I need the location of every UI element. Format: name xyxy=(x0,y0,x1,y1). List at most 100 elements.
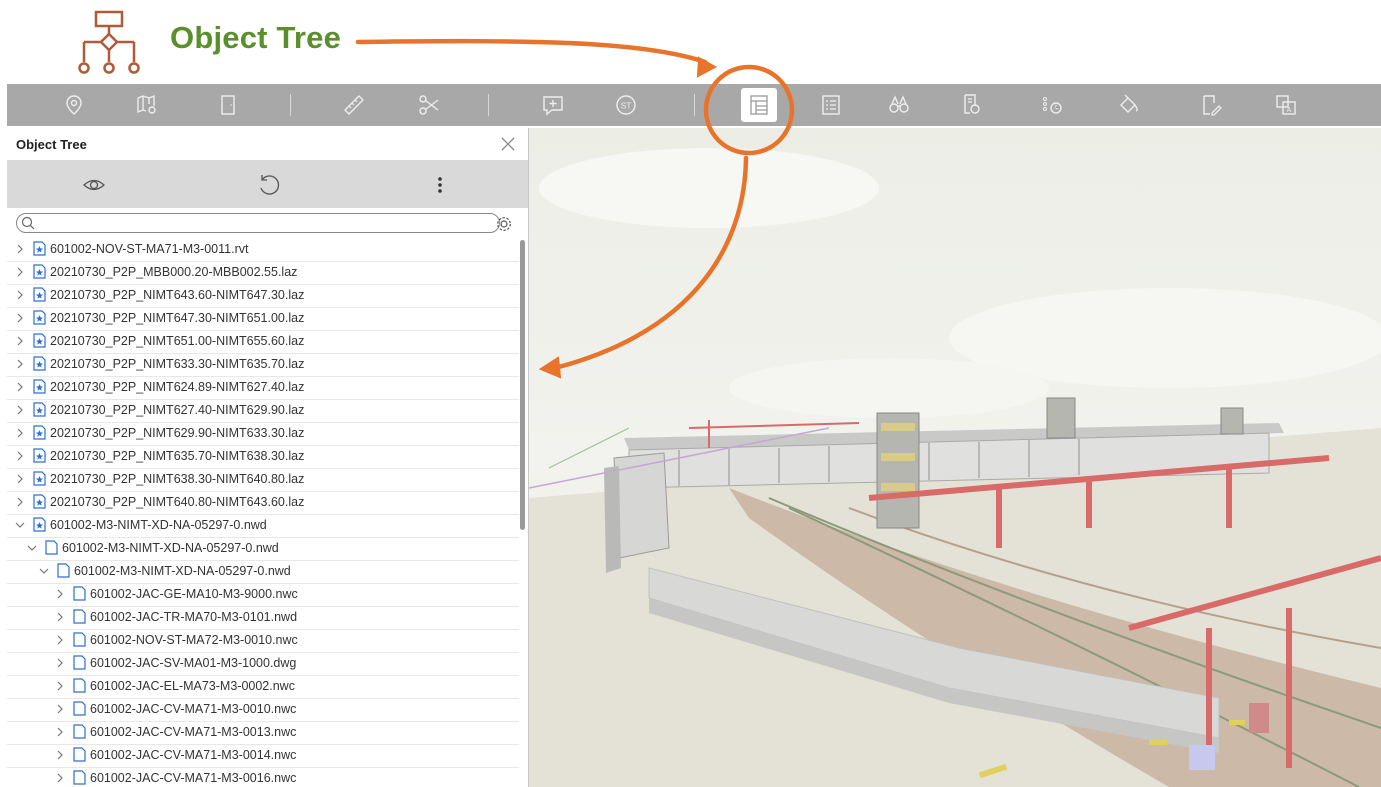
visibility-eye-icon[interactable] xyxy=(81,172,107,198)
tree-row[interactable]: 20210730_P2P_MBB000.20-MBB002.55.laz xyxy=(7,261,519,285)
tree-row[interactable]: 20210730_P2P_NIMT627.40-NIMT629.90.laz xyxy=(7,399,519,423)
chevron-down-icon[interactable] xyxy=(15,520,25,530)
chevron-right-icon[interactable] xyxy=(55,658,65,668)
tree-row-label: 20210730_P2P_NIMT647.30-NIMT651.00.laz xyxy=(50,311,305,325)
chevron-right-icon[interactable] xyxy=(55,612,65,622)
tree-row[interactable]: 20210730_P2P_NIMT624.89-NIMT627.40.laz xyxy=(7,376,519,400)
chevron-right-icon[interactable] xyxy=(15,267,25,277)
3d-viewport[interactable] xyxy=(529,128,1381,787)
gear-icon[interactable] xyxy=(495,215,513,233)
tree-row-label: 601002-JAC-CV-MA71-M3-0010.nwc xyxy=(90,702,297,716)
chevron-right-icon[interactable] xyxy=(15,359,25,369)
file-icon xyxy=(73,747,86,762)
tree-row[interactable]: 601002-M3-NIMT-XD-NA-05297-0.nwd xyxy=(7,560,519,584)
tree-row[interactable]: 20210730_P2P_NIMT638.30-NIMT640.80.laz xyxy=(7,468,519,492)
tree-row[interactable]: 601002-JAC-CV-MA71-M3-0010.nwc xyxy=(7,698,519,722)
file-icon xyxy=(73,770,86,785)
close-icon[interactable] xyxy=(498,134,518,154)
location-pin-icon[interactable] xyxy=(52,84,96,126)
tree-row[interactable]: 20210730_P2P_NIMT647.30-NIMT651.00.laz xyxy=(7,307,519,331)
tree-row-label: 601002-JAC-SV-MA01-M3-1000.dwg xyxy=(90,656,297,670)
chevron-right-icon[interactable] xyxy=(15,451,25,461)
object-tree: 601002-NOV-ST-MA71-M3-0011.rvt 20210730_P… xyxy=(7,238,519,787)
tree-row[interactable]: 601002-M3-NIMT-XD-NA-05297-0.nwd xyxy=(7,537,519,561)
main-toolbar: ST A xyxy=(7,84,1381,126)
tree-row[interactable]: 601002-JAC-TR-MA70-M3-0101.nwd xyxy=(7,606,519,630)
toolbar-separator xyxy=(694,94,695,116)
tree-row-label: 601002-NOV-ST-MA71-M3-0011.rvt xyxy=(50,242,249,256)
more-options-icon[interactable] xyxy=(427,172,453,198)
tree-row-label: 20210730_P2P_NIMT627.40-NIMT629.90.laz xyxy=(50,403,305,417)
door-icon[interactable] xyxy=(206,84,250,126)
search-document-icon[interactable] xyxy=(950,84,994,126)
st-icon[interactable]: ST xyxy=(604,84,648,126)
binoculars-icon[interactable] xyxy=(877,84,921,126)
tree-row-label: 601002-JAC-CV-MA71-M3-0013.nwc xyxy=(90,725,297,739)
tree-row[interactable]: 601002-NOV-ST-MA71-M3-0011.rvt xyxy=(7,238,519,262)
search-input[interactable] xyxy=(16,213,500,233)
tree-row[interactable]: 601002-JAC-EL-MA73-M3-0002.nwc xyxy=(7,675,519,699)
tree-row[interactable]: 601002-JAC-SV-MA01-M3-1000.dwg xyxy=(7,652,519,676)
svg-text:A: A xyxy=(1287,107,1292,114)
edit-document-icon[interactable] xyxy=(1189,84,1233,126)
tree-row[interactable]: 20210730_P2P_NIMT640.80-NIMT643.60.laz xyxy=(7,491,519,515)
model-file-icon xyxy=(33,287,46,302)
panel-action-bar xyxy=(7,160,528,208)
tree-row[interactable]: 601002-JAC-GE-MA10-M3-9000.nwc xyxy=(7,583,519,607)
tree-row-label: 601002-JAC-CV-MA71-M3-0014.nwc xyxy=(90,748,297,762)
tree-row-label: 20210730_P2P_NIMT638.30-NIMT640.80.laz xyxy=(50,472,305,486)
chevron-right-icon[interactable] xyxy=(15,244,25,254)
toolbar-separator xyxy=(488,94,489,116)
add-comment-icon[interactable] xyxy=(531,84,575,126)
properties-list-icon[interactable] xyxy=(809,84,853,126)
chevron-right-icon[interactable] xyxy=(55,750,65,760)
chevron-right-icon[interactable] xyxy=(55,773,65,783)
panel-title: Object Tree xyxy=(16,137,87,152)
file-icon xyxy=(73,724,86,739)
search-icon xyxy=(21,216,35,230)
chevron-right-icon[interactable] xyxy=(15,290,25,300)
reset-icon[interactable] xyxy=(255,172,281,198)
chevron-right-icon[interactable] xyxy=(55,704,65,714)
chevron-right-icon[interactable] xyxy=(55,727,65,737)
paint-bucket-icon[interactable] xyxy=(1107,84,1151,126)
chevron-right-icon[interactable] xyxy=(15,428,25,438)
chevron-right-icon[interactable] xyxy=(15,382,25,392)
tree-row-label: 20210730_P2P_MBB000.20-MBB002.55.laz xyxy=(50,265,298,279)
tree-row[interactable]: 20210730_P2P_NIMT651.00-NIMT655.60.laz xyxy=(7,330,519,354)
tree-row[interactable]: 601002-M3-NIMT-XD-NA-05297-0.nwd xyxy=(7,514,519,538)
chevron-right-icon[interactable] xyxy=(55,681,65,691)
tree-row[interactable]: 20210730_P2P_NIMT633.30-NIMT635.70.laz xyxy=(7,353,519,377)
tree-row[interactable]: 601002-JAC-CV-MA71-M3-0014.nwc xyxy=(7,744,519,768)
tree-row[interactable]: 20210730_P2P_NIMT643.60-NIMT647.30.laz xyxy=(7,284,519,308)
tree-row[interactable]: 601002-JAC-CV-MA71-M3-0013.nwc xyxy=(7,721,519,745)
tree-row-label: 601002-JAC-EL-MA73-M3-0002.nwc xyxy=(90,679,295,693)
chevron-down-icon[interactable] xyxy=(39,566,49,576)
tree-row[interactable]: 20210730_P2P_NIMT629.90-NIMT633.30.laz xyxy=(7,422,519,446)
tree-scrollbar[interactable] xyxy=(520,240,525,530)
search-row xyxy=(7,208,528,238)
chevron-right-icon[interactable] xyxy=(15,405,25,415)
file-icon xyxy=(73,632,86,647)
ruler-icon[interactable] xyxy=(332,84,376,126)
tree-row[interactable]: 601002-JAC-CV-MA71-M3-0016.nwc xyxy=(7,767,519,787)
chevron-right-icon[interactable] xyxy=(15,313,25,323)
chevron-right-icon[interactable] xyxy=(15,497,25,507)
tree-row-label: 601002-M3-NIMT-XD-NA-05297-0.nwd xyxy=(74,564,291,578)
map-pin-icon[interactable] xyxy=(125,84,169,126)
layers-a-icon[interactable]: A xyxy=(1264,84,1308,126)
chevron-right-icon[interactable] xyxy=(55,635,65,645)
tree-row[interactable]: 20210730_P2P_NIMT635.70-NIMT638.30.laz xyxy=(7,445,519,469)
scissors-icon[interactable] xyxy=(407,84,451,126)
chevron-down-icon[interactable] xyxy=(27,543,37,553)
object-tree-icon[interactable] xyxy=(741,88,777,122)
file-icon xyxy=(73,609,86,624)
object-tree-panel: Object Tree 601002-NOV-ST-MA71-M3-0011.r… xyxy=(7,128,529,787)
station-3d-model-view xyxy=(529,128,1381,787)
settings-list-icon[interactable] xyxy=(1030,84,1074,126)
chevron-right-icon[interactable] xyxy=(55,589,65,599)
tree-row-label: 20210730_P2P_NIMT643.60-NIMT647.30.laz xyxy=(50,288,305,302)
tree-row[interactable]: 601002-NOV-ST-MA72-M3-0010.nwc xyxy=(7,629,519,653)
chevron-right-icon[interactable] xyxy=(15,336,25,346)
chevron-right-icon[interactable] xyxy=(15,474,25,484)
